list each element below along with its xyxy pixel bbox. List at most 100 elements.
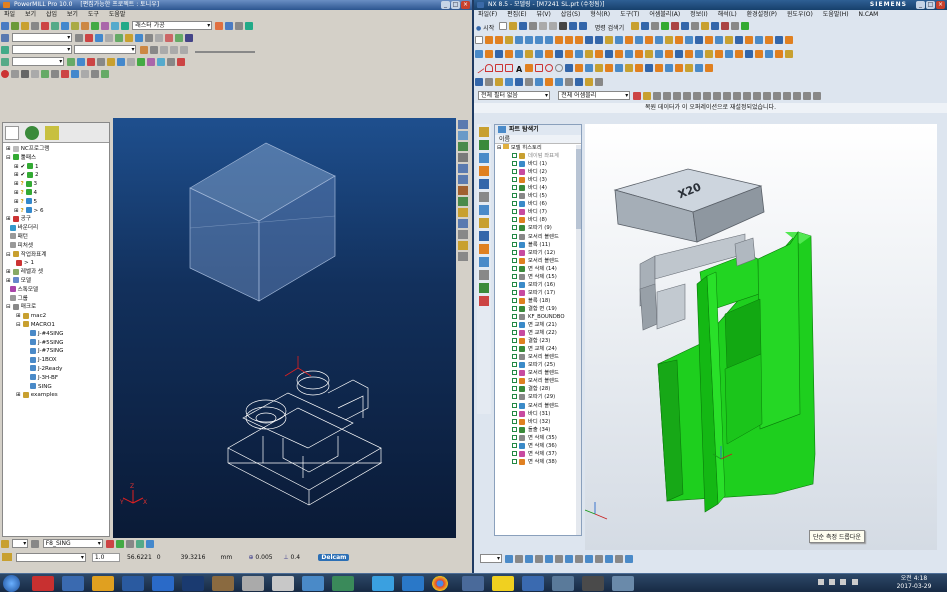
surface22-icon[interactable] <box>755 50 763 58</box>
wire-icon[interactable] <box>95 34 104 42</box>
feature-row[interactable]: 결합 (28) <box>495 385 581 393</box>
snap-6-icon[interactable] <box>763 92 772 100</box>
rb-part-nav-icon[interactable] <box>479 153 489 163</box>
sim-icon[interactable] <box>1 46 9 54</box>
nx-menu-window[interactable]: 윈도우(O) <box>787 11 813 18</box>
surface14-icon[interactable] <box>675 50 683 58</box>
taskbar-app-20-icon[interactable] <box>612 576 634 591</box>
grid-icon[interactable] <box>71 70 79 78</box>
feature-checkbox[interactable] <box>512 257 517 263</box>
view-fit-icon[interactable] <box>495 78 503 86</box>
feature-row[interactable]: 면 삭제 (37) <box>495 450 581 458</box>
navigator-scrollbar[interactable] <box>576 145 581 535</box>
tool-vis-icon[interactable] <box>51 70 59 78</box>
delete-face-icon[interactable] <box>705 36 713 44</box>
surface17-icon[interactable] <box>705 50 713 58</box>
tool-type-combo[interactable] <box>12 539 29 548</box>
new-icon[interactable] <box>499 22 508 30</box>
taskbar-app-4-icon[interactable] <box>122 576 144 591</box>
vmill7-icon[interactable] <box>127 58 136 66</box>
sel-icon[interactable] <box>81 70 89 78</box>
project-curve-icon[interactable] <box>565 64 574 72</box>
surface15-icon[interactable] <box>685 50 693 58</box>
menu-help[interactable]: 도움말 <box>109 11 126 18</box>
option-icon[interactable] <box>458 252 468 261</box>
taskbar-app-8-icon[interactable] <box>242 576 264 591</box>
feature-checkbox[interactable] <box>512 458 517 464</box>
front-icon[interactable] <box>185 34 194 42</box>
point-icon[interactable] <box>505 50 513 58</box>
surface12-icon[interactable] <box>655 50 663 58</box>
nx-menu-prefs[interactable]: 환경설정(P) <box>747 11 777 18</box>
feature-checkbox[interactable] <box>512 338 517 344</box>
nx-menu-edit[interactable]: 편집(E) <box>507 11 527 18</box>
pm-viewport[interactable]: Z Y X <box>113 118 456 538</box>
curve-misc-1-icon[interactable] <box>665 64 674 72</box>
layer-nx-icon[interactable] <box>565 78 573 86</box>
pattern-icon[interactable] <box>61 22 69 30</box>
rb-palette-icon[interactable] <box>479 244 489 254</box>
folder-icon[interactable] <box>21 22 29 30</box>
type-filter-combo[interactable]: 전체 필터 없음 <box>478 91 550 100</box>
nx-menu-assemblies[interactable]: 어셈블리(A) <box>649 11 680 18</box>
tb-icon-5[interactable] <box>671 22 680 30</box>
rectangle-icon[interactable] <box>495 64 503 72</box>
feature-row[interactable]: 블록 (11) <box>495 241 581 249</box>
tree-models[interactable]: ⊞ 모델 <box>6 277 109 286</box>
bt-icon-10[interactable] <box>595 555 604 563</box>
shaded-icon[interactable] <box>21 70 29 78</box>
tb-icon-11[interactable] <box>731 22 740 30</box>
step-icon[interactable] <box>149 46 158 54</box>
curve-misc-2-icon[interactable] <box>675 64 684 72</box>
tree-featureset[interactable]: 피처셋 <box>6 242 109 251</box>
prev-icon[interactable] <box>179 46 188 54</box>
feature-icon[interactable] <box>71 22 79 30</box>
menu-insert[interactable]: 삽입 <box>46 11 57 18</box>
command-finder[interactable]: 명령 검색기 <box>595 23 625 32</box>
tree-toolpaths[interactable]: ⊟ 툴패스 <box>6 154 109 163</box>
vmill12-icon[interactable] <box>177 58 186 66</box>
patch-icon[interactable] <box>685 36 693 44</box>
section-curve-icon[interactable] <box>585 64 594 72</box>
bt-icon-2[interactable] <box>515 555 524 563</box>
rb-web-icon[interactable] <box>479 192 489 202</box>
render-style-icon[interactable] <box>535 78 543 86</box>
taskbar-app-19-icon[interactable] <box>582 576 604 591</box>
record-icon[interactable] <box>1 70 9 78</box>
taskbar-ie-icon[interactable] <box>402 576 424 591</box>
feature-row[interactable]: 바디 (5) <box>495 192 581 200</box>
feature-row[interactable]: 모서리 블렌드 <box>495 369 581 377</box>
feature-row[interactable]: 면 교체 (24) <box>495 345 581 353</box>
tree-macros[interactable]: ⊟ 매크로 <box>6 303 109 312</box>
sel-f-icon[interactable] <box>703 92 712 100</box>
snap-8-icon[interactable] <box>783 92 792 100</box>
tool-del-icon[interactable] <box>125 540 134 548</box>
vmill6-icon[interactable] <box>117 58 126 66</box>
curve-icon[interactable] <box>515 50 523 58</box>
feature-row[interactable]: 모따기 (9) <box>495 224 581 232</box>
vmill9-icon[interactable] <box>147 58 156 66</box>
vmill11-icon[interactable] <box>167 58 176 66</box>
bt-icon-13[interactable] <box>625 555 634 563</box>
redo-icon[interactable] <box>579 22 588 30</box>
box-icon[interactable] <box>31 70 39 78</box>
arc-icon[interactable] <box>485 64 493 72</box>
layer-combo[interactable] <box>12 33 73 42</box>
layer-vis-icon[interactable] <box>41 70 49 78</box>
tree-macro-mac2[interactable]: ⊞ mac2 <box>6 312 109 321</box>
vmill5-icon[interactable] <box>107 58 116 66</box>
tb-icon-3[interactable] <box>651 22 660 30</box>
save-icon[interactable] <box>11 22 19 30</box>
surface23-icon[interactable] <box>765 50 773 58</box>
tree-macro-j7sing[interactable]: J-#7SING <box>6 347 109 356</box>
menu-file[interactable]: 파일 <box>4 11 15 18</box>
extrude-icon[interactable] <box>485 36 493 44</box>
nx-menu-analysis[interactable]: 해석(L) <box>718 11 737 18</box>
feature-row[interactable]: 바디 (6) <box>495 200 581 208</box>
bridge-icon[interactable] <box>535 64 544 72</box>
feature-row[interactable]: 면 삭제 (35) <box>495 434 581 442</box>
text-icon[interactable]: A <box>516 65 522 74</box>
view-zoom-icon[interactable] <box>505 78 513 86</box>
scope-combo[interactable]: 전체 어셈블리 <box>558 91 631 100</box>
trim-curve-icon[interactable] <box>635 64 644 72</box>
